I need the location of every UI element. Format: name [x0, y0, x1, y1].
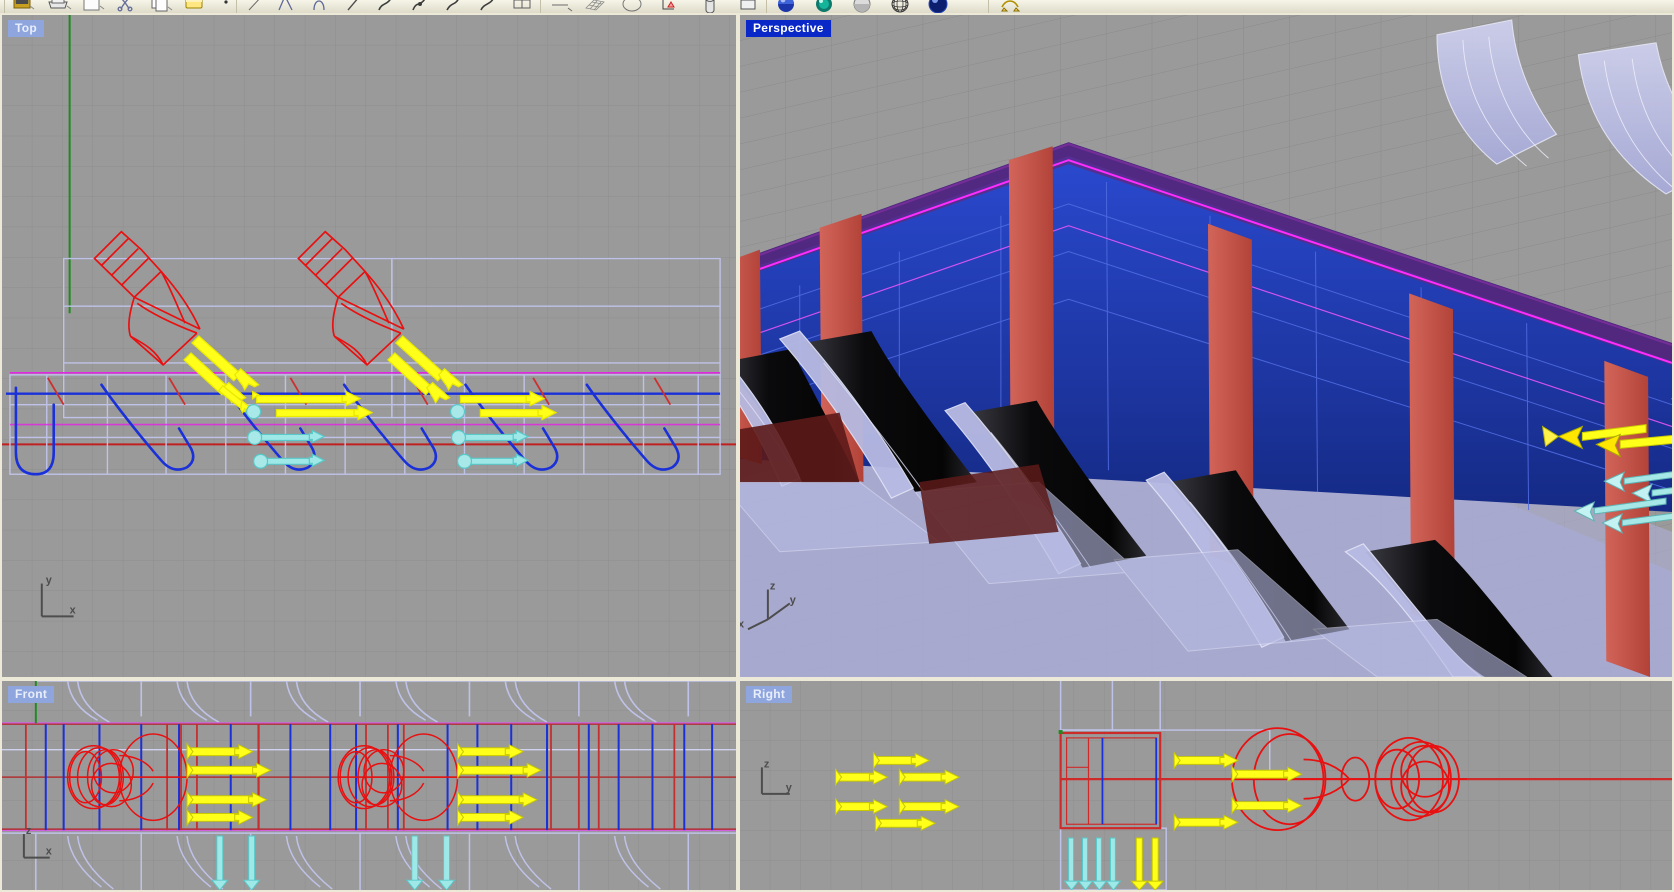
- viewport-right[interactable]: z y Right: [738, 679, 1674, 892]
- viewport-label-top[interactable]: Top: [8, 20, 44, 37]
- rhino-main-window: y x Top z y Perspective z x Front z y Ri…: [0, 0, 1674, 892]
- svg-text:y: y: [46, 575, 53, 587]
- viewport-top[interactable]: y x Top: [0, 13, 738, 679]
- svg-text:z: z: [770, 581, 776, 593]
- viewport-front[interactable]: z x Front: [0, 679, 738, 892]
- viewport-label-right[interactable]: Right: [746, 686, 793, 703]
- viewport-perspective-canvas[interactable]: x z y: [740, 15, 1672, 677]
- svg-text:z: z: [764, 758, 770, 770]
- svg-text:z: z: [26, 825, 32, 837]
- toolbar-icons: [0, 0, 1674, 13]
- viewport-front-canvas[interactable]: z x: [2, 681, 736, 890]
- svg-text:x: x: [70, 604, 76, 616]
- viewport-label-front[interactable]: Front: [8, 686, 55, 703]
- svg-text:y: y: [786, 782, 792, 794]
- viewport-perspective[interactable]: x z y Perspective: [738, 13, 1674, 679]
- svg-text:x: x: [740, 618, 744, 630]
- viewport-label-perspective[interactable]: Perspective: [746, 20, 831, 37]
- main-toolbar[interactable]: [0, 0, 1674, 14]
- viewport-right-canvas[interactable]: z y: [740, 681, 1672, 890]
- svg-text:x: x: [46, 846, 52, 858]
- svg-text:y: y: [790, 594, 797, 606]
- viewport-top-canvas[interactable]: y x: [2, 15, 736, 677]
